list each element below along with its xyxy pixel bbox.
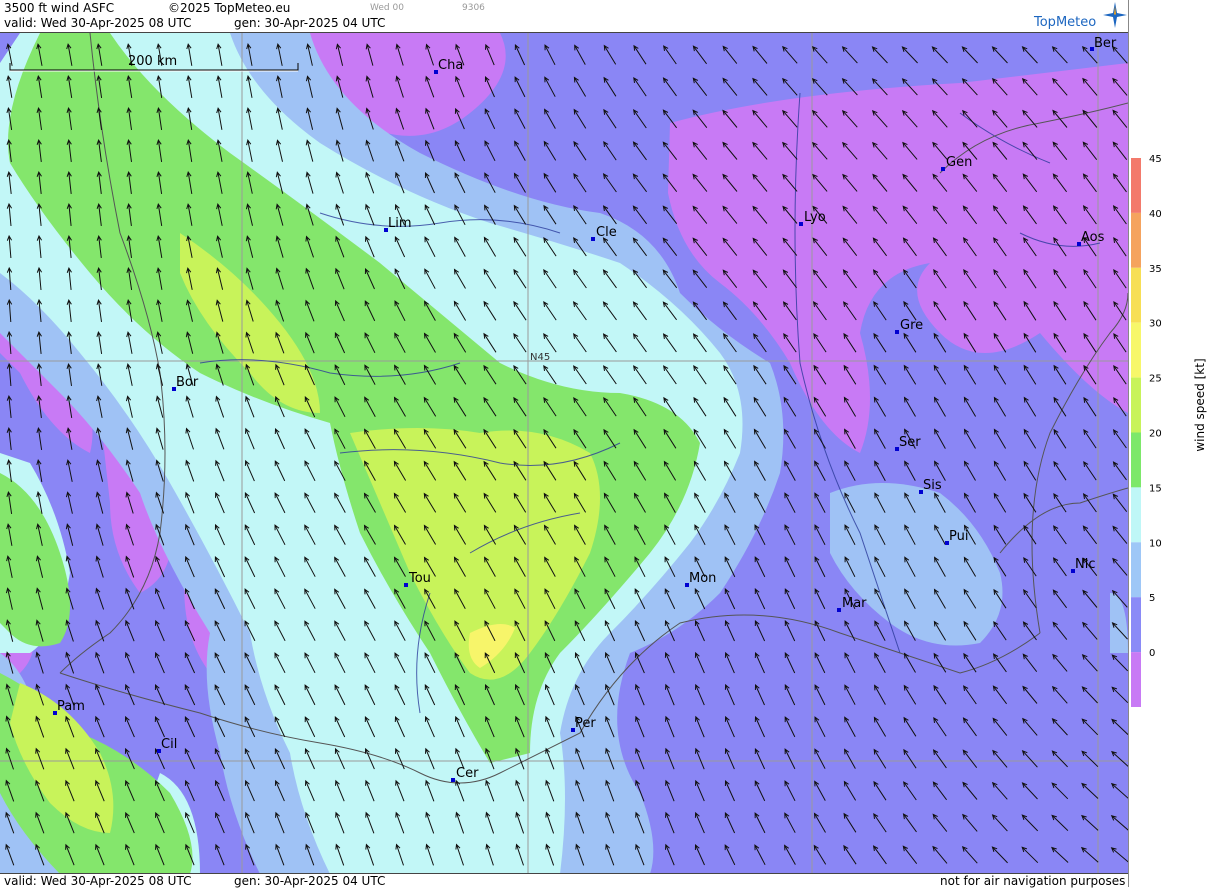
legend-tick-label: 30	[1149, 319, 1162, 330]
city-marker[interactable]: Cer	[451, 766, 479, 782]
city-marker[interactable]: Pam	[53, 699, 85, 715]
svg-text:Gen: Gen	[946, 155, 972, 170]
city-marker[interactable]: Tou	[404, 571, 431, 587]
svg-text:Ser: Ser	[899, 435, 921, 450]
compass-logo-icon	[1103, 2, 1127, 28]
city-marker[interactable]: Nic	[1071, 557, 1095, 573]
svg-text:Lyo: Lyo	[804, 210, 826, 225]
city-marker[interactable]: Per	[571, 716, 596, 732]
legend-tick-label: 20	[1149, 429, 1162, 440]
svg-text:Cil: Cil	[161, 737, 177, 752]
svg-text:Nic: Nic	[1075, 557, 1095, 572]
svg-text:Mon: Mon	[689, 571, 716, 586]
svg-text:Lim: Lim	[388, 216, 412, 231]
brand-logo-text: TopMeteo	[1034, 15, 1097, 30]
svg-text:Cha: Cha	[438, 58, 463, 73]
legend-color-step	[1131, 652, 1141, 707]
legend-color-step	[1131, 487, 1141, 543]
wind-map[interactable]: N45 200 km Ber Cha Gen Lim Cle Lyo Aos G…	[0, 32, 1128, 874]
city-marker[interactable]: Cha	[434, 58, 463, 74]
svg-text:Cer: Cer	[456, 766, 479, 781]
map-footer: valid: Wed 30-Apr-2025 08 UTC gen: 30-Ap…	[0, 873, 1128, 888]
legend-tick-label: 40	[1149, 209, 1162, 220]
map-header: 3500 ft wind ASFC ©2025 TopMeteo.eu Wed …	[0, 0, 1128, 32]
legend-color-step	[1131, 377, 1141, 433]
legend-color-steps	[1131, 158, 1141, 707]
svg-text:Pui: Pui	[949, 529, 968, 544]
svg-text:Cle: Cle	[596, 225, 617, 240]
disclaimer: not for air navigation purposes	[940, 874, 1126, 888]
scale-bar-label: 200 km	[128, 54, 177, 69]
svg-text:Bor: Bor	[176, 375, 199, 390]
legend-color-step	[1131, 212, 1141, 268]
city-marker[interactable]: Gen	[941, 155, 972, 171]
copyright-text: ©2025 TopMeteo.eu	[168, 1, 291, 15]
legend-tick-label: 5	[1149, 593, 1155, 604]
legend-color-step	[1131, 322, 1141, 378]
city-marker[interactable]: Gre	[895, 318, 923, 334]
legend-color-step	[1131, 432, 1141, 488]
legend-tick-label: 10	[1149, 538, 1162, 549]
city-marker[interactable]: Pui	[945, 529, 968, 545]
city-marker[interactable]: Sis	[919, 478, 942, 494]
legend-color-step	[1131, 597, 1141, 653]
code-label: 9306	[462, 3, 485, 13]
svg-text:Sis: Sis	[923, 478, 942, 493]
legend-tick-label: 0	[1149, 648, 1155, 659]
legend-tick-label: 25	[1149, 374, 1162, 385]
city-marker[interactable]: Lim	[384, 216, 412, 232]
legend-tick-label: 35	[1149, 264, 1162, 275]
svg-text:Ber: Ber	[1094, 36, 1117, 51]
footer-valid-time: valid: Wed 30-Apr-2025 08 UTC	[4, 874, 192, 888]
legend-title: wind speed [kt]	[1193, 358, 1207, 451]
svg-text:Tou: Tou	[408, 571, 431, 586]
svg-text:Mar: Mar	[842, 596, 867, 611]
wind-speed-legend: 45 40 35 30 25 20 15 10 5 0 wind speed [kt]	[1128, 0, 1219, 887]
wind-map-canvas: N45 200 km Ber Cha Gen Lim Cle Lyo Aos G…	[0, 33, 1128, 874]
product-title: 3500 ft wind ASFC	[4, 1, 115, 15]
svg-text:Aos: Aos	[1081, 230, 1105, 245]
city-marker[interactable]: Cil	[157, 737, 177, 753]
city-marker[interactable]: Mar	[837, 596, 867, 612]
run-label: Wed 00	[370, 3, 404, 13]
city-marker[interactable]: Mon	[685, 571, 716, 587]
legend-color-step	[1131, 542, 1141, 598]
generated-time: gen: 30-Apr-2025 04 UTC	[234, 16, 386, 30]
svg-text:Gre: Gre	[900, 318, 923, 333]
legend-colorbar: 45 40 35 30 25 20 15 10 5 0 wind speed [kt]	[1131, 154, 1207, 707]
legend-tick-label: 45	[1149, 154, 1162, 165]
city-marker[interactable]: Ser	[895, 435, 921, 451]
legend-tick-label: 15	[1149, 483, 1162, 494]
legend-color-step	[1131, 267, 1141, 323]
legend-color-step	[1131, 158, 1141, 213]
svg-text:Pam: Pam	[57, 699, 85, 714]
footer-generated-time: gen: 30-Apr-2025 04 UTC	[234, 874, 386, 888]
latitude-label: N45	[530, 352, 550, 363]
city-marker[interactable]: Aos	[1077, 230, 1105, 246]
svg-text:Per: Per	[575, 716, 596, 731]
legend-ticks: 45 40 35 30 25 20 15 10 5 0	[1149, 154, 1162, 659]
city-marker[interactable]: Ber	[1090, 36, 1117, 51]
valid-time: valid: Wed 30-Apr-2025 08 UTC	[4, 16, 192, 30]
city-marker[interactable]: Bor	[172, 375, 199, 391]
